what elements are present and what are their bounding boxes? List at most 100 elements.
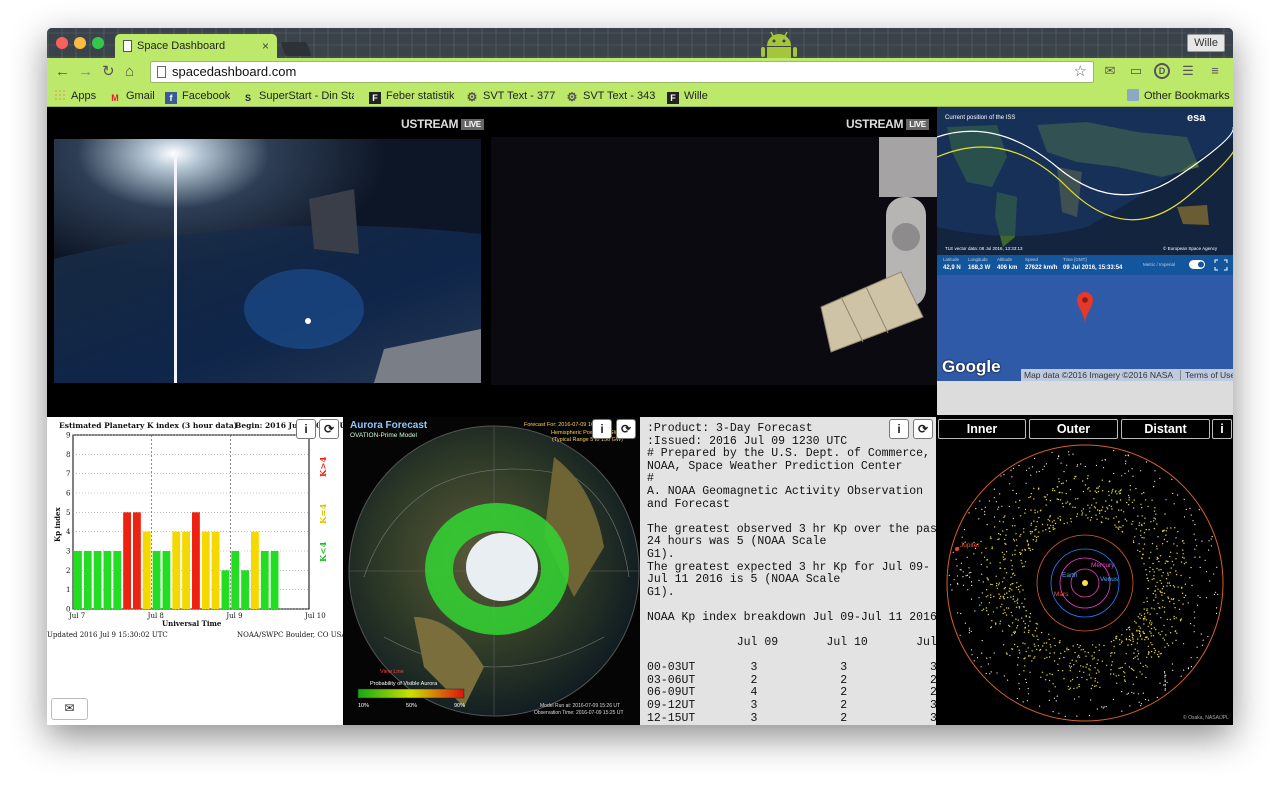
gmail-icon: M: [111, 93, 119, 103]
map-title: Current position of the ISS: [945, 115, 1015, 121]
svg-text:09 Jul 2016, 15:33:54: 09 Jul 2016, 15:33:54: [1063, 265, 1123, 271]
probability-scale: [357, 688, 465, 699]
iss-stream-2[interactable]: USTREAM LIVE: [487, 107, 937, 415]
home-icon[interactable]: ⌂: [125, 63, 134, 81]
info-button[interactable]: i: [889, 419, 909, 439]
new-tab-button[interactable]: [280, 42, 312, 56]
bookmark-wille[interactable]: F Wille: [667, 89, 708, 104]
reload-icon[interactable]: ↻: [102, 63, 115, 81]
google-map[interactable]: Google Map data ©2016 Imagery ©2016 NASA…: [937, 275, 1233, 381]
forward-arrow-icon[interactable]: →: [78, 63, 93, 81]
kp-bar: [113, 551, 122, 609]
kp-bar: [83, 551, 92, 609]
tab-close-icon[interactable]: ×: [262, 34, 269, 58]
aurora-map: Aurora Forecast OVATION-Prime Model Fore…: [348, 420, 640, 717]
bookmark-gmail[interactable]: M Gmail: [109, 89, 154, 104]
map-footer: [937, 381, 1233, 415]
tab-outer[interactable]: Outer: [1029, 419, 1118, 439]
other-bookmarks[interactable]: Other Bookmarks: [1127, 89, 1230, 104]
address-bar[interactable]: spacedashboard.com ☆: [150, 61, 1094, 83]
tle-note: TLE vector data: 08 Jul 2016, 13:33:13: [945, 246, 1023, 251]
mars-label: Mars: [1054, 591, 1069, 598]
browser-toolbar: ← → ↻ ⌂ spacedashboard.com ☆ ✉ ▭ D ☰ ≡: [47, 58, 1233, 86]
x-tick-label: Jul 9: [225, 612, 242, 620]
iss-ground-track-map[interactable]: Current position of the ISS esa TLE vect…: [937, 107, 1233, 255]
y-tick-label: 5: [66, 509, 70, 517]
kp-bar: [182, 531, 190, 609]
facebook-icon: f: [165, 92, 177, 104]
bookmark-superstart[interactable]: S SuperStart - Din Sta: [242, 89, 354, 104]
menu-icon[interactable]: ≡: [1207, 63, 1223, 79]
kp-bar: [192, 512, 200, 609]
earth-label: Earth: [1062, 572, 1078, 579]
superstart-icon: S: [244, 93, 251, 103]
info-button[interactable]: i: [296, 419, 316, 439]
mail-button[interactable]: ✉: [51, 698, 88, 720]
forecast-text: :Product: 3-Day Forecast :Issued: 2016 J…: [647, 422, 936, 725]
svg-text:Time [GMT]: Time [GMT]: [1063, 257, 1087, 262]
svg-text:27622 km/h: 27622 km/h: [1025, 265, 1058, 271]
kp-updated: Updated 2016 Jul 9 15:30:02 UTC: [47, 631, 168, 639]
aurora-subtitle: OVATION-Prime Model: [350, 432, 417, 439]
browser-window: Space Dashboard × Wille ← → ↻ ⌂ spacedas…: [47, 28, 1233, 725]
kp-bar: [172, 531, 181, 609]
tab-inner[interactable]: Inner: [938, 419, 1026, 439]
tab-space-dashboard[interactable]: Space Dashboard ×: [115, 34, 277, 58]
bookmark-svt-343[interactable]: ⚙ SVT Text - 343: [566, 89, 656, 104]
refresh-button[interactable]: ⟳: [913, 419, 933, 439]
mail-extension-icon[interactable]: ✉: [1102, 63, 1118, 79]
bookmarks-bar: Apps M Gmail f Facebook S SuperStart - Din …: [47, 86, 1233, 107]
forecast-for: Forecast For: 2016-07-09 16:15: [524, 422, 602, 428]
typical-range: (Typical Range 5 to 150 GW): [552, 437, 623, 443]
bookmark-svt-377[interactable]: ⚙ SVT Text - 377: [466, 89, 556, 104]
kp-bar: [270, 551, 279, 609]
model-run: Model Run at: 2016-07-09 15:26 UT: [540, 703, 620, 709]
gear-icon: ⚙: [566, 90, 578, 104]
profile-button[interactable]: Wille: [1187, 34, 1225, 52]
jupiter-marker: [955, 547, 959, 551]
cast-icon[interactable]: ▭: [1128, 63, 1144, 79]
maximize-window-button[interactable]: [92, 37, 104, 49]
fullscreen-icon[interactable]: [1214, 259, 1228, 271]
bookmark-apps[interactable]: Apps: [54, 89, 96, 104]
venus-label: Venus: [1100, 576, 1119, 583]
bookmark-facebook[interactable]: f Facebook: [165, 89, 230, 104]
android-mascot-icon: [761, 31, 797, 58]
kp-bar: [103, 551, 112, 609]
live-badge: LIVE: [461, 119, 484, 130]
kp-bar: [211, 531, 220, 609]
refresh-button[interactable]: ⟳: [616, 419, 636, 439]
close-window-button[interactable]: [56, 37, 68, 49]
terms-link[interactable]: Terms of Use: [1180, 370, 1233, 380]
svg-text:Metric / Imperial: Metric / Imperial: [1143, 262, 1175, 267]
x-axis-label: Universal Time: [162, 619, 222, 628]
apps-grid-icon: [54, 89, 66, 101]
jupiter-label: Jupiter: [960, 542, 980, 549]
minimize-window-button[interactable]: [74, 37, 86, 49]
buffer-stack-icon[interactable]: ☰: [1180, 63, 1196, 79]
aurora-title: Aurora Forecast: [350, 420, 428, 431]
tab-distant[interactable]: Distant: [1121, 419, 1210, 439]
esa-copyright: © European Space Agency: [1163, 245, 1218, 251]
svg-text:90%: 90%: [454, 703, 465, 709]
mercury-label: Mercury: [1091, 562, 1115, 569]
kp-bar: [251, 531, 259, 609]
y-tick-label: 3: [66, 548, 70, 556]
bookmark-feber[interactable]: F Feber statistik: [369, 89, 454, 104]
bookmark-star-icon[interactable]: ☆: [1074, 62, 1087, 82]
url-text: spacedashboard.com: [172, 64, 297, 79]
folder-icon: [1127, 89, 1139, 101]
refresh-button[interactable]: ⟳: [319, 419, 339, 439]
extension-d-icon[interactable]: D: [1154, 63, 1170, 79]
iss-stream-1[interactable]: USTREAM LIVE: [47, 107, 487, 415]
google-logo: Google: [942, 357, 1001, 376]
back-arrow-icon[interactable]: ←: [55, 63, 70, 81]
title-bar: Space Dashboard × Wille: [47, 28, 1233, 58]
legend-below-4: K<4: [319, 541, 329, 562]
feber-icon: F: [369, 92, 381, 104]
kp-index-chart: Estimated Planetary K index (3 hour data…: [47, 421, 343, 639]
page-icon: [123, 40, 132, 52]
info-button[interactable]: i: [1212, 419, 1232, 439]
svg-text:168,3 W: 168,3 W: [968, 265, 991, 271]
info-button[interactable]: i: [592, 419, 612, 439]
